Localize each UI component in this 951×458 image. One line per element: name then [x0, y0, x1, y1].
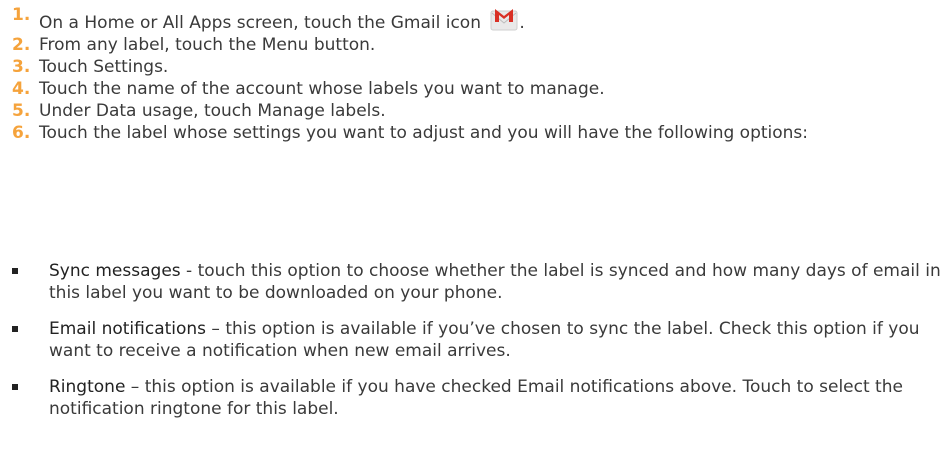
- steps-list: 1. On a Home or All Apps screen, touch t…: [12, 4, 942, 144]
- gmail-icon: [489, 4, 519, 34]
- step-number: 2.: [12, 35, 31, 55]
- step-text: Touch the label whose settings you want …: [39, 123, 809, 143]
- option-text: Ringtone – this option is available if y…: [49, 376, 942, 420]
- square-bullet-icon: [12, 384, 22, 390]
- step-text: Touch the name of the account whose labe…: [39, 79, 605, 99]
- option-description: – this option is available if you have c…: [49, 377, 903, 419]
- step-number: 1.: [12, 5, 31, 25]
- square-bullet-icon: [12, 326, 22, 332]
- step-number: 3.: [12, 57, 31, 77]
- square-bullet-icon: [12, 268, 22, 274]
- step-text: On a Home or All Apps screen, touch the …: [39, 4, 942, 34]
- option-term: Ringtone: [49, 377, 126, 397]
- step-item: 1. On a Home or All Apps screen, touch t…: [12, 4, 942, 34]
- step-item: 5. Under Data usage, touch Manage labels…: [12, 100, 942, 122]
- option-text: Email notifications – this option is ava…: [49, 318, 942, 362]
- step-number: 4.: [12, 79, 31, 99]
- step-text: From any label, touch the Menu button.: [39, 35, 376, 55]
- option-term: Sync messages: [49, 261, 181, 281]
- option-item: Ringtone – this option is available if y…: [12, 376, 942, 420]
- option-term: Email notifications: [49, 319, 207, 339]
- step-text: Under Data usage, touch Manage labels.: [39, 101, 386, 121]
- option-item: Sync messages - touch this option to cho…: [12, 260, 942, 304]
- step-item: 2. From any label, touch the Menu button…: [12, 34, 942, 56]
- step-text: Touch Settings.: [39, 57, 169, 77]
- step-text-content: On a Home or All Apps screen, touch the …: [39, 13, 481, 33]
- step-item: 4. Touch the name of the account whose l…: [12, 78, 942, 100]
- step-number: 5.: [12, 101, 31, 121]
- step-number: 6.: [12, 123, 31, 143]
- option-text: Sync messages - touch this option to cho…: [49, 260, 942, 304]
- options-list: Sync messages - touch this option to cho…: [12, 260, 942, 434]
- option-description: - touch this option to choose whether th…: [49, 261, 941, 303]
- option-item: Email notifications – this option is ava…: [12, 318, 942, 362]
- step-item: 6. Touch the label whose settings you wa…: [12, 122, 942, 144]
- step-item: 3. Touch Settings.: [12, 56, 942, 78]
- step-text-suffix: .: [519, 13, 525, 33]
